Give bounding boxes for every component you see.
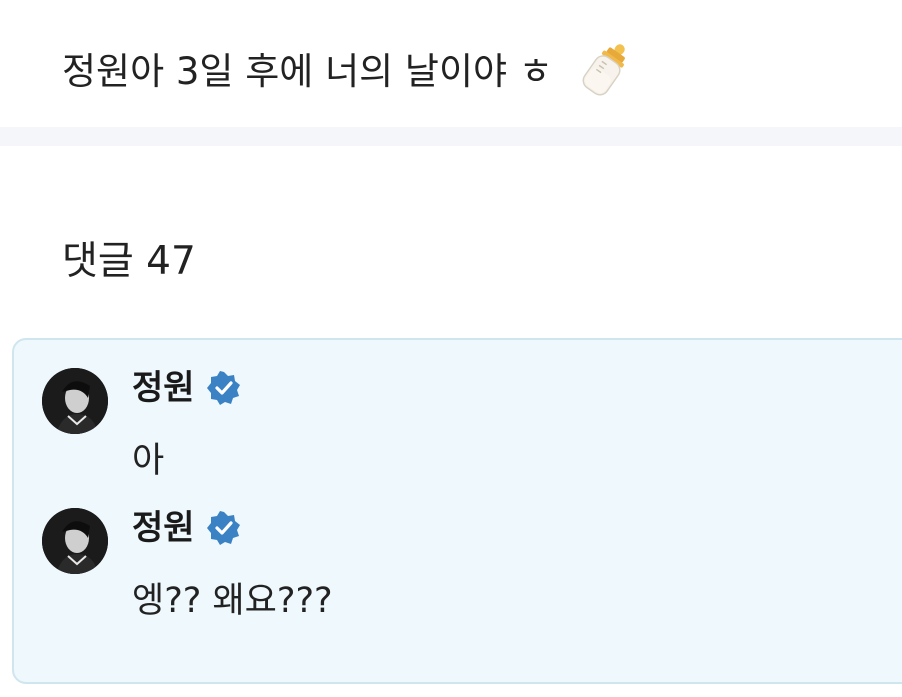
comment-author[interactable]: 정원 xyxy=(132,366,241,410)
comments-count-heading: 댓글 47 xyxy=(62,239,196,284)
comment-thread: 정원 아 정원 엥?? 왜요??? xyxy=(12,338,902,684)
avatar-image xyxy=(42,508,108,574)
comment-text: 아 xyxy=(132,441,165,481)
post-title-text: 정원아 3일 후에 너의 날이야 ㅎ xyxy=(62,50,553,93)
verified-badge-icon xyxy=(206,511,240,545)
avatar[interactable] xyxy=(42,368,108,434)
comment-text: 엥?? 왜요??? xyxy=(132,581,333,621)
section-divider xyxy=(0,127,902,146)
avatar-image xyxy=(42,368,108,434)
verified-badge-icon xyxy=(206,371,240,405)
comment-author[interactable]: 정원 xyxy=(132,506,241,550)
post-title: 정원아 3일 후에 너의 날이야 ㅎ xyxy=(62,44,637,100)
author-name: 정원 xyxy=(132,508,195,548)
baby-bottle-icon xyxy=(582,44,625,96)
avatar[interactable] xyxy=(42,508,108,574)
author-name: 정원 xyxy=(132,368,195,408)
